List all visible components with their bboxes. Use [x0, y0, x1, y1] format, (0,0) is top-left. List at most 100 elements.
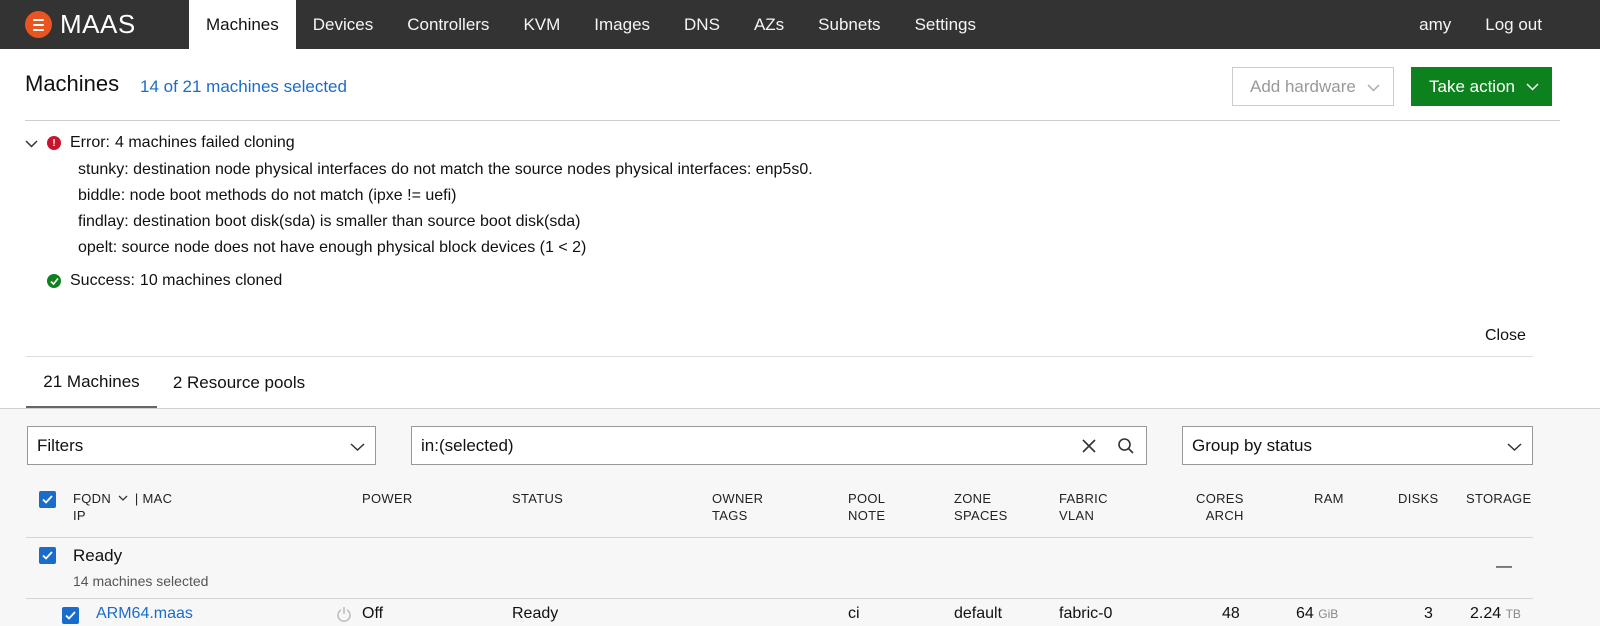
select-all-checkbox[interactable] [39, 491, 56, 508]
ram-value: 64 [1296, 605, 1314, 622]
owner-header-label: OWNER [712, 491, 764, 506]
logout-link[interactable]: Log out [1468, 0, 1600, 49]
collapse-chevron-icon[interactable] [25, 137, 38, 150]
success-check-icon [47, 274, 61, 288]
machine-tabs: 21 Machines 2 Resource pools [26, 356, 1533, 409]
take-action-button[interactable]: Take action [1411, 67, 1552, 106]
success-text: 10 machines cloned [139, 272, 283, 289]
nav-item-controllers[interactable]: Controllers [390, 0, 506, 49]
group-collapse-button[interactable]: — [1496, 558, 1512, 576]
error-summary: ! Error: 4 machines failed cloning [25, 134, 295, 152]
top-navbar: MAAS Machines Devices Controllers KVM Im… [0, 0, 1600, 49]
machine-cores: 48 [1222, 605, 1240, 622]
group-select-checkbox[interactable] [39, 547, 56, 564]
ram-unit: GiB [1318, 607, 1339, 621]
user-link[interactable]: amy [1402, 0, 1468, 49]
column-header-fqdn[interactable]: FQDN | MAC IP [73, 490, 172, 524]
maas-logo-icon [25, 11, 52, 38]
page-title: Machines [25, 71, 120, 96]
error-item-message: source node does not have enough physica… [121, 239, 587, 256]
nav-user-area: amy Log out [1402, 0, 1600, 49]
machine-disks: 3 [1424, 605, 1433, 622]
cores-header-label: CORES [1196, 491, 1244, 506]
nav-items: Machines Devices Controllers KVM Images … [189, 0, 993, 49]
error-icon: ! [47, 136, 61, 150]
storage-value: 2.24 [1470, 605, 1502, 622]
column-header-owner[interactable]: OWNER TAGS [712, 490, 763, 524]
machine-ram: 64 GiB [1296, 605, 1338, 623]
error-item-name: stunky: [78, 161, 129, 178]
column-header-fabric[interactable]: FABRIC VLAN [1059, 490, 1108, 524]
group-subtitle: 14 machines selected [73, 573, 209, 589]
machine-pool: ci [848, 605, 860, 622]
status-group-ready: Ready 14 machines selected — [26, 537, 1533, 599]
column-header-ram[interactable]: RAM [1314, 490, 1344, 507]
column-header-status[interactable]: STATUS [512, 490, 563, 507]
storage-unit: TB [1505, 607, 1521, 621]
tab-resource-pools[interactable]: 2 Resource pools [157, 357, 321, 409]
column-header-cores[interactable]: CORES ARCH [1196, 490, 1244, 524]
nav-item-images[interactable]: Images [577, 0, 667, 49]
brand[interactable]: MAAS [0, 0, 189, 49]
tab-machines[interactable]: 21 Machines [26, 357, 157, 409]
add-hardware-label: Add hardware [1250, 76, 1356, 96]
filters-dropdown[interactable]: Filters [27, 426, 376, 465]
column-header-storage[interactable]: STORAGE [1466, 490, 1531, 507]
error-item: opelt: source node does not have enough … [78, 239, 586, 257]
column-header-disks[interactable]: DISKS [1398, 490, 1439, 507]
column-header-zone[interactable]: ZONE SPACES [954, 490, 1008, 524]
group-title: Ready [73, 546, 123, 565]
clear-search-icon[interactable] [1081, 438, 1097, 454]
search-icon[interactable] [1117, 437, 1135, 455]
nav-item-dns[interactable]: DNS [667, 0, 737, 49]
machine-fqdn-link[interactable]: ARM64.maas [96, 605, 193, 623]
filters-label: Filters [37, 435, 84, 455]
vlan-header-label: VLAN [1059, 508, 1095, 523]
chevron-down-icon [1507, 443, 1522, 452]
tags-header-label: TAGS [712, 508, 748, 523]
search-input[interactable]: in:(selected) [411, 426, 1147, 465]
nav-item-settings[interactable]: Settings [898, 0, 993, 49]
pool-header-label: POOL [848, 491, 886, 506]
error-item: stunky: destination node physical interf… [78, 161, 813, 179]
ip-header-label: IP [73, 508, 86, 523]
brand-name: MAAS [60, 9, 136, 39]
add-hardware-button[interactable]: Add hardware [1232, 67, 1394, 106]
error-item-name: biddle: [78, 187, 126, 204]
spaces-header-label: SPACES [954, 508, 1008, 523]
power-icon [337, 607, 351, 622]
machine-storage: 2.24 TB [1470, 605, 1521, 623]
close-notification-link[interactable]: Close [1485, 327, 1526, 345]
selected-count-link[interactable]: 14 of 21 machines selected [140, 77, 347, 97]
column-header-power[interactable]: POWER [362, 490, 413, 507]
nav-item-azs[interactable]: AZs [737, 0, 801, 49]
nav-item-machines[interactable]: Machines [189, 0, 296, 49]
chevron-down-icon [1367, 84, 1380, 92]
column-header-pool[interactable]: POOL NOTE [848, 490, 885, 524]
error-item: findlay: destination boot disk(sda) is s… [78, 213, 580, 231]
row-select-checkbox[interactable] [62, 607, 79, 624]
nav-item-kvm[interactable]: KVM [506, 0, 577, 49]
search-value: in:(selected) [421, 435, 514, 455]
fqdn-header-label: FQDN [73, 491, 112, 506]
zone-header-label: ZONE [954, 491, 992, 506]
error-item-message: node boot methods do not match (ipxe != … [129, 187, 457, 204]
arch-header-label: ARCH [1205, 508, 1244, 523]
mac-header-label: | MAC [134, 491, 173, 506]
success-summary: Success: 10 machines cloned [47, 272, 282, 290]
error-item-message: destination boot disk(sda) is smaller th… [133, 213, 581, 230]
machine-fabric: fabric-0 [1059, 605, 1113, 622]
nav-item-subnets[interactable]: Subnets [801, 0, 897, 49]
take-action-label: Take action [1429, 76, 1515, 96]
fabric-header-label: FABRIC [1059, 491, 1108, 506]
error-text: 4 machines failed cloning [115, 134, 295, 151]
error-label: Error: [70, 134, 110, 151]
machine-zone: default [954, 605, 1003, 622]
group-by-label: Group by status [1192, 435, 1313, 455]
group-by-select[interactable]: Group by status [1182, 426, 1533, 465]
machine-status: Ready [512, 605, 559, 622]
note-header-label: NOTE [848, 508, 886, 523]
nav-item-devices[interactable]: Devices [296, 0, 390, 49]
error-item-name: opelt: [78, 239, 118, 256]
machine-power: Off [362, 605, 384, 622]
